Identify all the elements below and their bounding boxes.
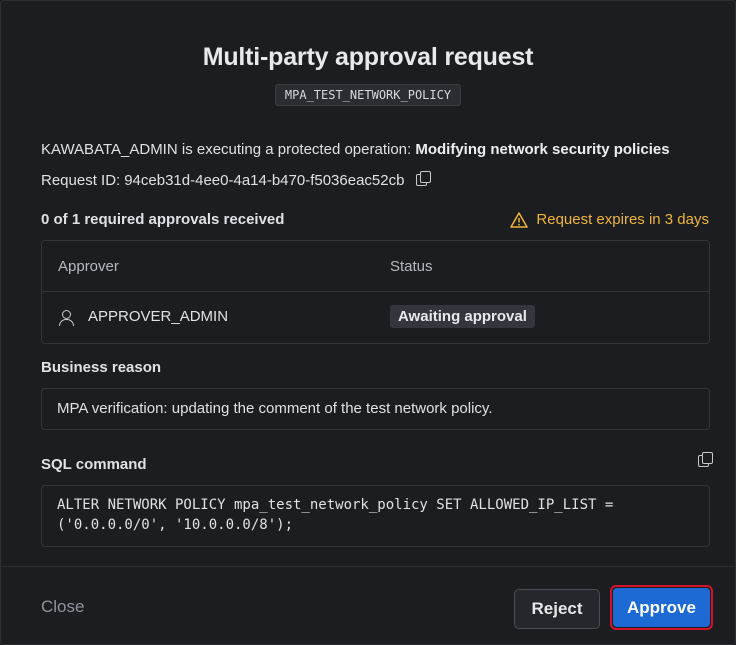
- sql-command-box: ALTER NETWORK POLICY mpa_test_network_po…: [41, 485, 710, 547]
- reject-button[interactable]: Reject: [514, 589, 600, 629]
- column-header-approver: Approver: [58, 258, 119, 275]
- person-icon: [58, 309, 74, 326]
- approver-cell: APPROVER_ADMIN: [58, 308, 229, 326]
- operation-name: Modifying network security policies: [415, 141, 670, 158]
- table-header: Approver Status: [42, 241, 709, 292]
- policy-tag-wrap: MPA_TEST_NETWORK_POLICY: [1, 84, 735, 106]
- business-reason-text: MPA verification: updating the comment o…: [57, 400, 493, 417]
- approve-button[interactable]: Approve: [613, 588, 710, 627]
- close-button[interactable]: Close: [41, 593, 84, 621]
- expiry-notice: Request expires in 3 days: [510, 211, 709, 228]
- business-reason-box: MPA verification: updating the comment o…: [41, 388, 710, 430]
- copy-sql-icon[interactable]: [698, 452, 716, 470]
- status-badge: Awaiting approval: [390, 305, 535, 328]
- warning-icon: [510, 211, 529, 228]
- approval-dialog: Multi-party approval request MPA_TEST_NE…: [0, 0, 736, 645]
- sql-command-text: ALTER NETWORK POLICY mpa_test_network_po…: [57, 497, 614, 533]
- approver-name: APPROVER_ADMIN: [88, 308, 229, 325]
- policy-tag: MPA_TEST_NETWORK_POLICY: [274, 84, 462, 106]
- business-reason-label: Business reason: [41, 359, 162, 376]
- column-header-status: Status: [390, 258, 433, 275]
- request-id-line: Request ID: 94ceb31d-4ee0-4a14-b470-f503…: [41, 171, 434, 189]
- expiry-text: Request expires in 3 days: [536, 211, 709, 228]
- dialog-footer: Close Reject Approve: [1, 566, 735, 644]
- sql-command-label: SQL command: [41, 456, 147, 473]
- dialog-title: Multi-party approval request: [202, 43, 534, 71]
- table-row: APPROVER_ADMIN Awaiting approval: [42, 292, 709, 342]
- copy-request-id-icon[interactable]: [416, 171, 434, 189]
- operation-middle-text: is executing a protected operation:: [177, 141, 416, 158]
- request-id-value: 94ceb31d-4ee0-4a14-b470-f5036eac52cb: [124, 171, 405, 189]
- operation-description: KAWABATA_ADMIN is executing a protected …: [41, 141, 670, 158]
- request-id-label: Request ID:: [41, 171, 121, 189]
- operation-user: KAWABATA_ADMIN: [41, 141, 178, 158]
- approvers-table: Approver Status APPROVER_ADMIN Awaiting …: [41, 240, 710, 344]
- approvals-summary: 0 of 1 required approvals received: [41, 211, 285, 228]
